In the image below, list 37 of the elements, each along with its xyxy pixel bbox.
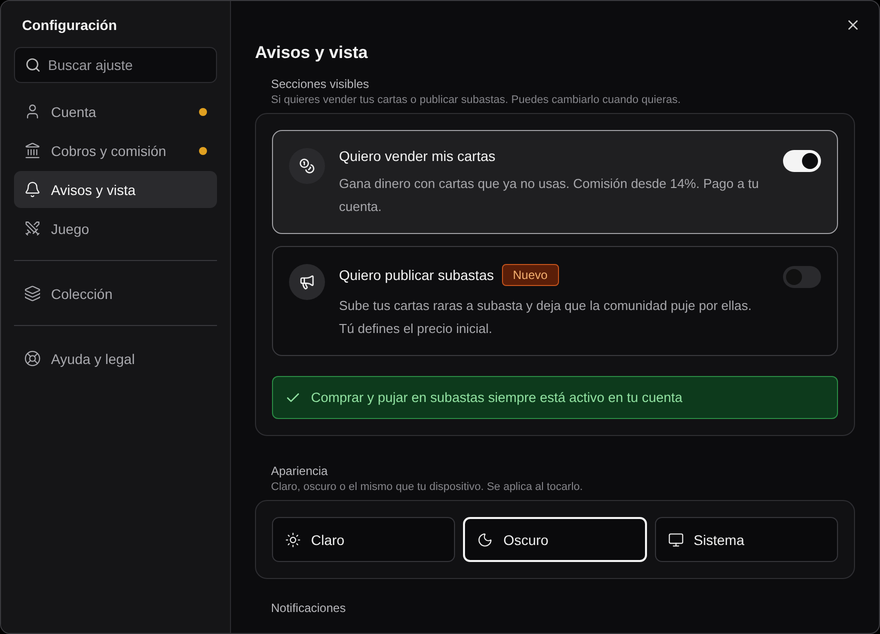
option-description: Gana dinero con cartas que ya no usas. Comisión desde 14%. Pago a tu cuenta.	[339, 175, 760, 216]
sidebar-item[interactable]: Ayuda y legal	[14, 340, 217, 377]
sidebar-title: Configuración	[21, 16, 118, 35]
sidebar-item[interactable]: Colección	[14, 275, 217, 312]
coins-icon	[289, 148, 325, 184]
theme-option[interactable]: Claro	[272, 517, 456, 562]
bank-icon	[24, 142, 41, 159]
page-title: Avisos y vista	[255, 43, 369, 63]
megaphone-icon	[289, 264, 325, 300]
section-label: Notificaciones	[270, 601, 347, 615]
banner-text: Comprar y pujar en subastas siempre está activo en tu cuenta	[311, 390, 682, 405]
toggle-switch[interactable]	[783, 266, 821, 288]
option-title: Quiero publicar subastas	[339, 267, 494, 283]
bell-icon	[24, 181, 41, 198]
person-icon	[24, 103, 41, 120]
toggle-switch[interactable]	[783, 150, 821, 172]
swords-icon	[24, 220, 41, 237]
moon-icon	[477, 532, 494, 548]
sidebar-item[interactable]: Avisos y vista	[14, 171, 217, 208]
sidebar-item[interactable]: Cobros y comisión	[14, 132, 217, 169]
sidebar-item[interactable]: Cuenta	[14, 93, 217, 130]
sun-icon	[285, 532, 301, 548]
search-icon	[25, 57, 41, 73]
sidebar-item[interactable]: Juego	[14, 210, 217, 247]
option-title: Quiero vender mis cartas	[339, 148, 496, 164]
layers-icon	[24, 285, 41, 302]
section-description: Si quieres vender tus cartas o publicar subastas. Puedes cambiarlo cuando quieras.	[270, 94, 682, 106]
search-field[interactable]: Buscar ajuste	[14, 47, 217, 83]
theme-option[interactable]: Sistema	[654, 517, 838, 562]
section-description: Claro, oscuro o el mismo que tu dispositivo. Se aplica al tocarlo.	[270, 481, 584, 493]
lifebuoy-icon	[24, 350, 41, 367]
monitor-icon	[668, 532, 684, 548]
theme-option[interactable]: Oscuro	[463, 517, 647, 562]
option-description: Sube tus cartas raras a subasta y deja que la comunidad puje por ellas. Tú defines el precio inicial.	[339, 297, 753, 338]
section-label: Secciones visibles	[270, 77, 370, 91]
new-tag: Nuevo	[502, 264, 559, 286]
section-label: Apariencia	[270, 464, 329, 478]
